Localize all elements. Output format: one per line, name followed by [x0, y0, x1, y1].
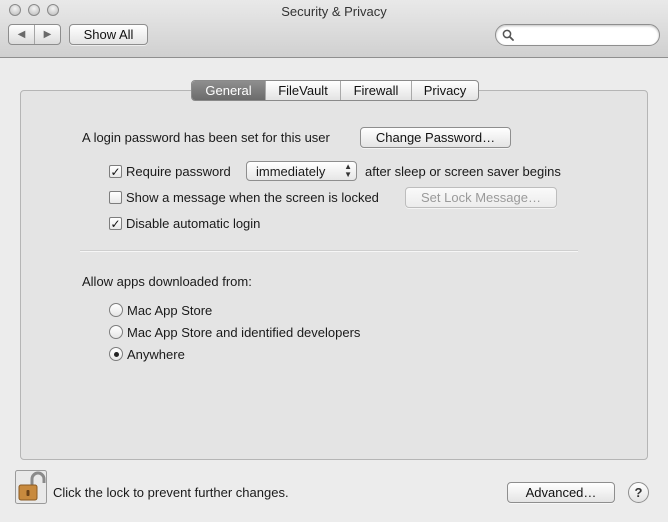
tab-filevault[interactable]: FileVault [265, 81, 340, 100]
radio-identified-developers-label: Mac App Store and identified developers [127, 325, 361, 340]
show-message-checkbox[interactable] [109, 191, 122, 204]
chevron-right-icon[interactable]: ▶ [34, 25, 60, 44]
toolbar: Security & Privacy ◀ ▶ Show All [0, 0, 668, 58]
radio-anywhere-label: Anywhere [127, 347, 185, 362]
show-message-label: Show a message when the screen is locked [126, 190, 379, 205]
change-password-button[interactable]: Change Password… [360, 127, 511, 148]
allow-apps-heading: Allow apps downloaded from: [82, 274, 252, 289]
select-value: immediately [256, 163, 326, 179]
tab-firewall[interactable]: Firewall [340, 81, 411, 100]
search-input[interactable] [495, 24, 660, 46]
lock-icon[interactable] [15, 470, 47, 504]
radio-mac-app-store-label: Mac App Store [127, 303, 213, 318]
chevron-left-icon[interactable]: ◀ [9, 25, 34, 44]
radio-identified-developers[interactable] [109, 325, 123, 339]
tab-privacy[interactable]: Privacy [411, 81, 478, 100]
require-password-checkbox[interactable]: ✓ [109, 165, 122, 178]
help-button[interactable]: ? [628, 482, 649, 503]
window-title: Security & Privacy [281, 4, 387, 19]
require-password-label: Require password [126, 164, 231, 179]
radio-selected-dot [113, 351, 119, 357]
require-password-delay-select[interactable]: immediately ▲ ▼ [246, 161, 357, 181]
advanced-button[interactable]: Advanced… [507, 482, 615, 503]
lock-status-text: Click the lock to prevent further change… [53, 485, 289, 500]
show-all-button[interactable]: Show All [69, 24, 148, 45]
back-forward-control: ◀ ▶ [8, 24, 61, 45]
radio-anywhere[interactable] [109, 347, 123, 361]
login-password-status: A login password has been set for this u… [82, 130, 330, 145]
tab-bar: General FileVault Firewall Privacy [191, 80, 479, 101]
select-arrows-icon: ▲ ▼ [344, 162, 352, 179]
tab-general[interactable]: General [192, 81, 265, 100]
search-icon [502, 29, 514, 41]
radio-mac-app-store[interactable] [109, 303, 123, 317]
disable-auto-login-label: Disable automatic login [126, 216, 261, 231]
divider [80, 250, 578, 252]
disable-auto-login-checkbox[interactable]: ✓ [109, 217, 122, 230]
require-password-suffix: after sleep or screen saver begins [365, 164, 561, 179]
set-lock-message-button[interactable]: Set Lock Message… [405, 187, 557, 208]
